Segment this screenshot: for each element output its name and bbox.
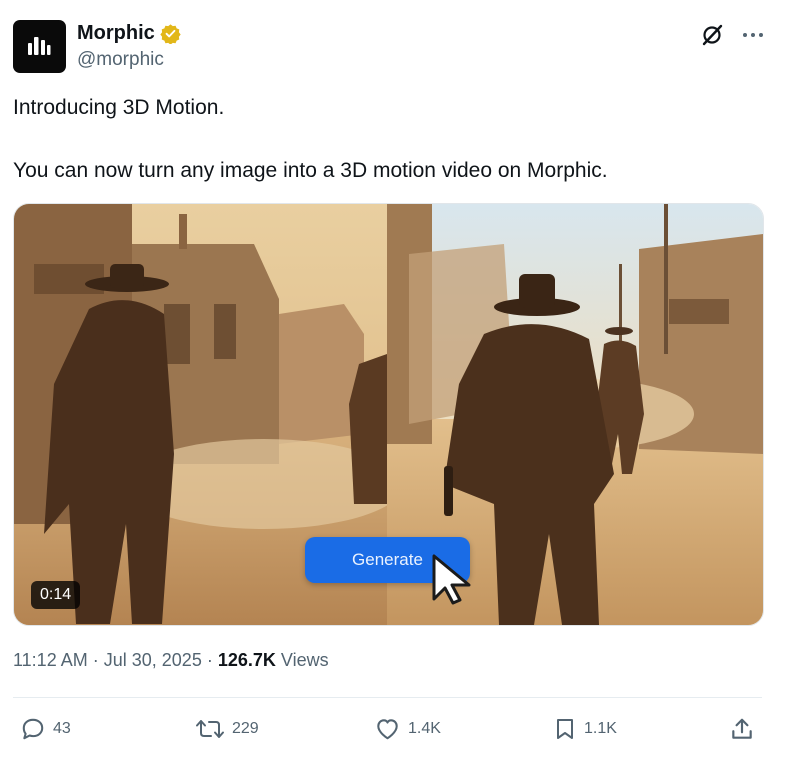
author-handle[interactable]: @morphic	[77, 49, 164, 71]
morphic-logo-icon	[28, 37, 51, 55]
more-icon[interactable]	[741, 23, 765, 47]
post-text-line-1: Introducing 3D Motion.	[13, 96, 225, 119]
share-icon	[732, 718, 752, 739]
like-count: 1.4K	[408, 720, 441, 737]
meta-separator: ·	[206, 650, 213, 670]
bookmark-button[interactable]: 1.1K	[553, 716, 617, 742]
like-button[interactable]: 1.4K	[374, 716, 441, 742]
reply-icon	[22, 718, 44, 740]
post-date[interactable]: Jul 30, 2025	[104, 650, 202, 670]
reply-button[interactable]: 43	[20, 716, 71, 742]
divider	[13, 697, 762, 698]
video-player[interactable]: 0:14 Generate	[13, 203, 764, 626]
views-label: Views	[280, 650, 329, 670]
post-top-actions	[699, 22, 765, 48]
repost-icon	[196, 720, 224, 738]
bookmark-count: 1.1K	[584, 720, 617, 737]
video-duration: 0:14	[31, 581, 81, 609]
share-button[interactable]	[729, 716, 755, 742]
post-text-line-2: You can now turn any image into a 3D mot…	[13, 159, 608, 182]
author-name-row[interactable]: Morphic	[77, 22, 181, 45]
author-name[interactable]: Morphic	[77, 22, 155, 45]
repost-count: 229	[232, 720, 259, 737]
views-count: 126.7K	[217, 650, 276, 670]
meta-separator: ·	[92, 650, 99, 670]
reply-count: 43	[53, 720, 71, 737]
repost-button[interactable]: 229	[195, 716, 259, 742]
like-icon	[377, 719, 398, 740]
avatar[interactable]	[13, 20, 66, 73]
verified-badge-icon	[160, 24, 181, 44]
post-time[interactable]: 11:12 AM	[13, 650, 88, 670]
bookmark-icon	[557, 719, 573, 739]
grok-icon[interactable]	[699, 22, 725, 48]
post-meta: 11:12 AM · Jul 30, 2025 · 126.7K Views	[13, 650, 329, 671]
cursor-icon	[432, 554, 471, 605]
